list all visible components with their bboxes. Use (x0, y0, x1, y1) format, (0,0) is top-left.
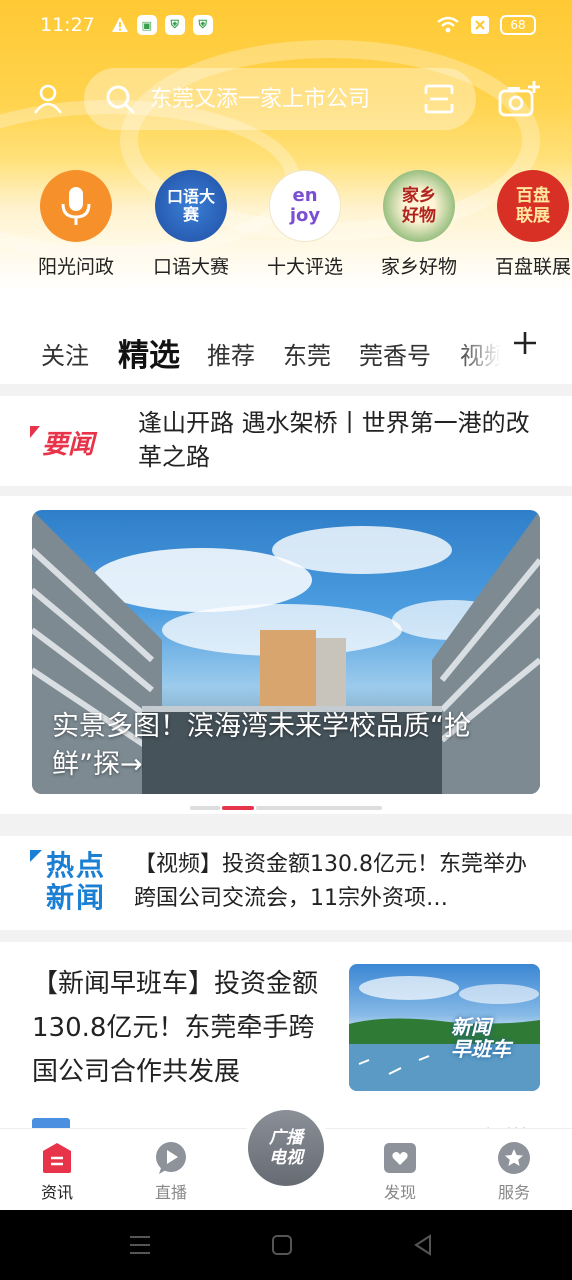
radio-tv-icon: 广播 电视 (248, 1110, 324, 1186)
enjoy-badge-text: en joy (289, 185, 321, 226)
nav-label-live: 直播 (154, 1183, 187, 1202)
quick-link-label: 阳光问政 (37, 256, 114, 278)
scan-button[interactable] (422, 82, 456, 116)
battery-indicator: 68 (500, 15, 536, 35)
tab-dongguan[interactable]: 东莞 (283, 336, 331, 371)
headline-title: 逢山开路 遇水架桥丨世界第一港的改革之路 (138, 409, 530, 471)
discover-icon (384, 1143, 416, 1173)
hometown-goods-badge-text: 家乡好物 (402, 186, 436, 226)
app-notification-icon: ▣ (136, 15, 157, 35)
hot-news-text: 【视频】投资金额130.8亿元！东莞举办跨国公司交流会，11宗外资项… (134, 852, 527, 911)
microphone-icon (40, 170, 112, 242)
news-icon (43, 1143, 71, 1173)
top-toolbar (0, 66, 572, 130)
quick-link-sunshine-politics[interactable]: 阳光问政 (21, 170, 131, 279)
quick-links: 阳光问政 口语大赛 口语大赛 en joy 十大评选 家乡好物 家乡好物 百盘联… (0, 170, 572, 282)
user-profile-button[interactable] (26, 76, 70, 120)
quick-link-label: 十大评选 (266, 256, 343, 278)
tab-recommended[interactable]: 推荐 (207, 336, 255, 371)
carousel-dot (190, 806, 220, 810)
headline-badge: 要闻 (30, 426, 110, 460)
tab-guanxianghao[interactable]: 莞香号 (359, 336, 431, 371)
status-bar: 11:27 ▣ ⛨ ⛨ 68 (0, 0, 572, 50)
headline-badge-text: 要闻 (42, 430, 95, 460)
hot-news-card[interactable]: 热点 新闻 【视频】投资金额130.8亿元！东莞举办跨国公司交流会，11宗外资项… (0, 836, 572, 930)
search-bar[interactable] (84, 68, 476, 130)
wifi-icon (437, 16, 459, 33)
nav-label-news: 资讯 (40, 1183, 73, 1202)
news-thumbnail-photo (349, 976, 540, 1091)
no-sim-icon (471, 16, 489, 34)
news-thumbnail-tag-line2: 早班车 (451, 1037, 511, 1061)
warning-icon (111, 17, 128, 32)
carousel-dot-active (222, 806, 254, 810)
quick-link-top-ten[interactable]: en joy 十大评选 (250, 170, 360, 279)
system-navigation-bar (0, 1210, 572, 1280)
headline-card[interactable]: 要闻 逢山开路 遇水架桥丨世界第一港的改革之路 (0, 396, 572, 486)
news-title: 【新闻早班车】投资金额130.8亿元！东莞牵手跨国公司合作共发展 (32, 969, 319, 1087)
property-expo-badge-text: 百盘联展 (516, 186, 550, 226)
banner-caption: 实景多图！滨海湾未来学校品质“抢鲜”探→ (52, 711, 471, 780)
nav-item-discover[interactable]: 发现 (360, 1141, 440, 1203)
hot-news-logo-line2: 新闻 (46, 881, 107, 914)
hot-news-logo: 热点 新闻 (30, 850, 112, 916)
search-input[interactable] (150, 86, 390, 112)
badge-corner-icon (30, 426, 40, 438)
quick-link-label: 家乡好物 (380, 256, 457, 278)
hometown-goods-icon: 家乡好物 (383, 170, 455, 242)
radio-tv-line1: 广播 (269, 1128, 303, 1148)
tab-featured[interactable]: 精选 (118, 330, 180, 375)
shield-notification-icon: ⛨ (164, 15, 185, 35)
shield-notification-icon-2: ⛨ (192, 15, 213, 35)
quick-link-property-expo[interactable]: 百盘联展 百盘联展 (478, 170, 572, 279)
carousel-track (256, 806, 382, 810)
menu-icon[interactable] (128, 1234, 152, 1256)
back-icon[interactable] (412, 1234, 434, 1256)
banner-image[interactable]: 实景多图！滨海湾未来学校品质“抢鲜”探→ (32, 510, 540, 794)
hot-news-logo-line1: 热点 (46, 849, 107, 882)
camera-plus-icon (498, 81, 540, 117)
quick-link-speech-contest[interactable]: 口语大赛 口语大赛 (136, 170, 246, 279)
user-icon (33, 84, 63, 114)
banner-carousel[interactable]: 实景多图！滨海湾未来学校品质“抢鲜”探→ (0, 496, 572, 814)
speech-contest-icon: 口语大赛 (155, 170, 227, 242)
nav-label-service: 服务 (497, 1183, 530, 1202)
quick-link-label: 百盘联展 (494, 256, 571, 278)
search-icon (106, 85, 135, 114)
status-time: 11:27 (40, 14, 95, 36)
home-icon[interactable] (271, 1234, 293, 1256)
hot-news-corner-icon (30, 850, 42, 862)
add-channel-icon[interactable] (508, 326, 542, 360)
tab-follow[interactable]: 关注 (41, 336, 89, 371)
radio-tv-line2: 电视 (269, 1148, 303, 1168)
enjoy-logo-icon: en joy (269, 170, 341, 242)
news-thumbnail-tag-line1: 新闻 (451, 1015, 491, 1039)
speech-contest-badge-text: 口语大赛 (166, 187, 215, 224)
property-expo-icon: 百盘联展 (497, 170, 569, 242)
nav-item-live[interactable]: 直播 (131, 1141, 211, 1203)
service-star-icon (498, 1142, 530, 1174)
channel-tabs: 关注 精选 推荐 东莞 莞香号 视频 (0, 290, 572, 384)
nav-label-discover: 发现 (383, 1183, 416, 1202)
radio-tv-button[interactable]: 广播 电视 (242, 1104, 330, 1192)
nav-item-service[interactable]: 服务 (474, 1141, 554, 1203)
scan-icon (424, 84, 454, 114)
news-thumbnail: 新闻 早班车 (349, 964, 540, 1091)
quick-link-label: 口语大赛 (152, 256, 229, 278)
nav-item-news[interactable]: 资讯 (17, 1141, 97, 1203)
play-icon (156, 1142, 186, 1174)
quick-link-hometown-goods[interactable]: 家乡好物 家乡好物 (364, 170, 474, 279)
camera-button[interactable] (494, 74, 544, 124)
